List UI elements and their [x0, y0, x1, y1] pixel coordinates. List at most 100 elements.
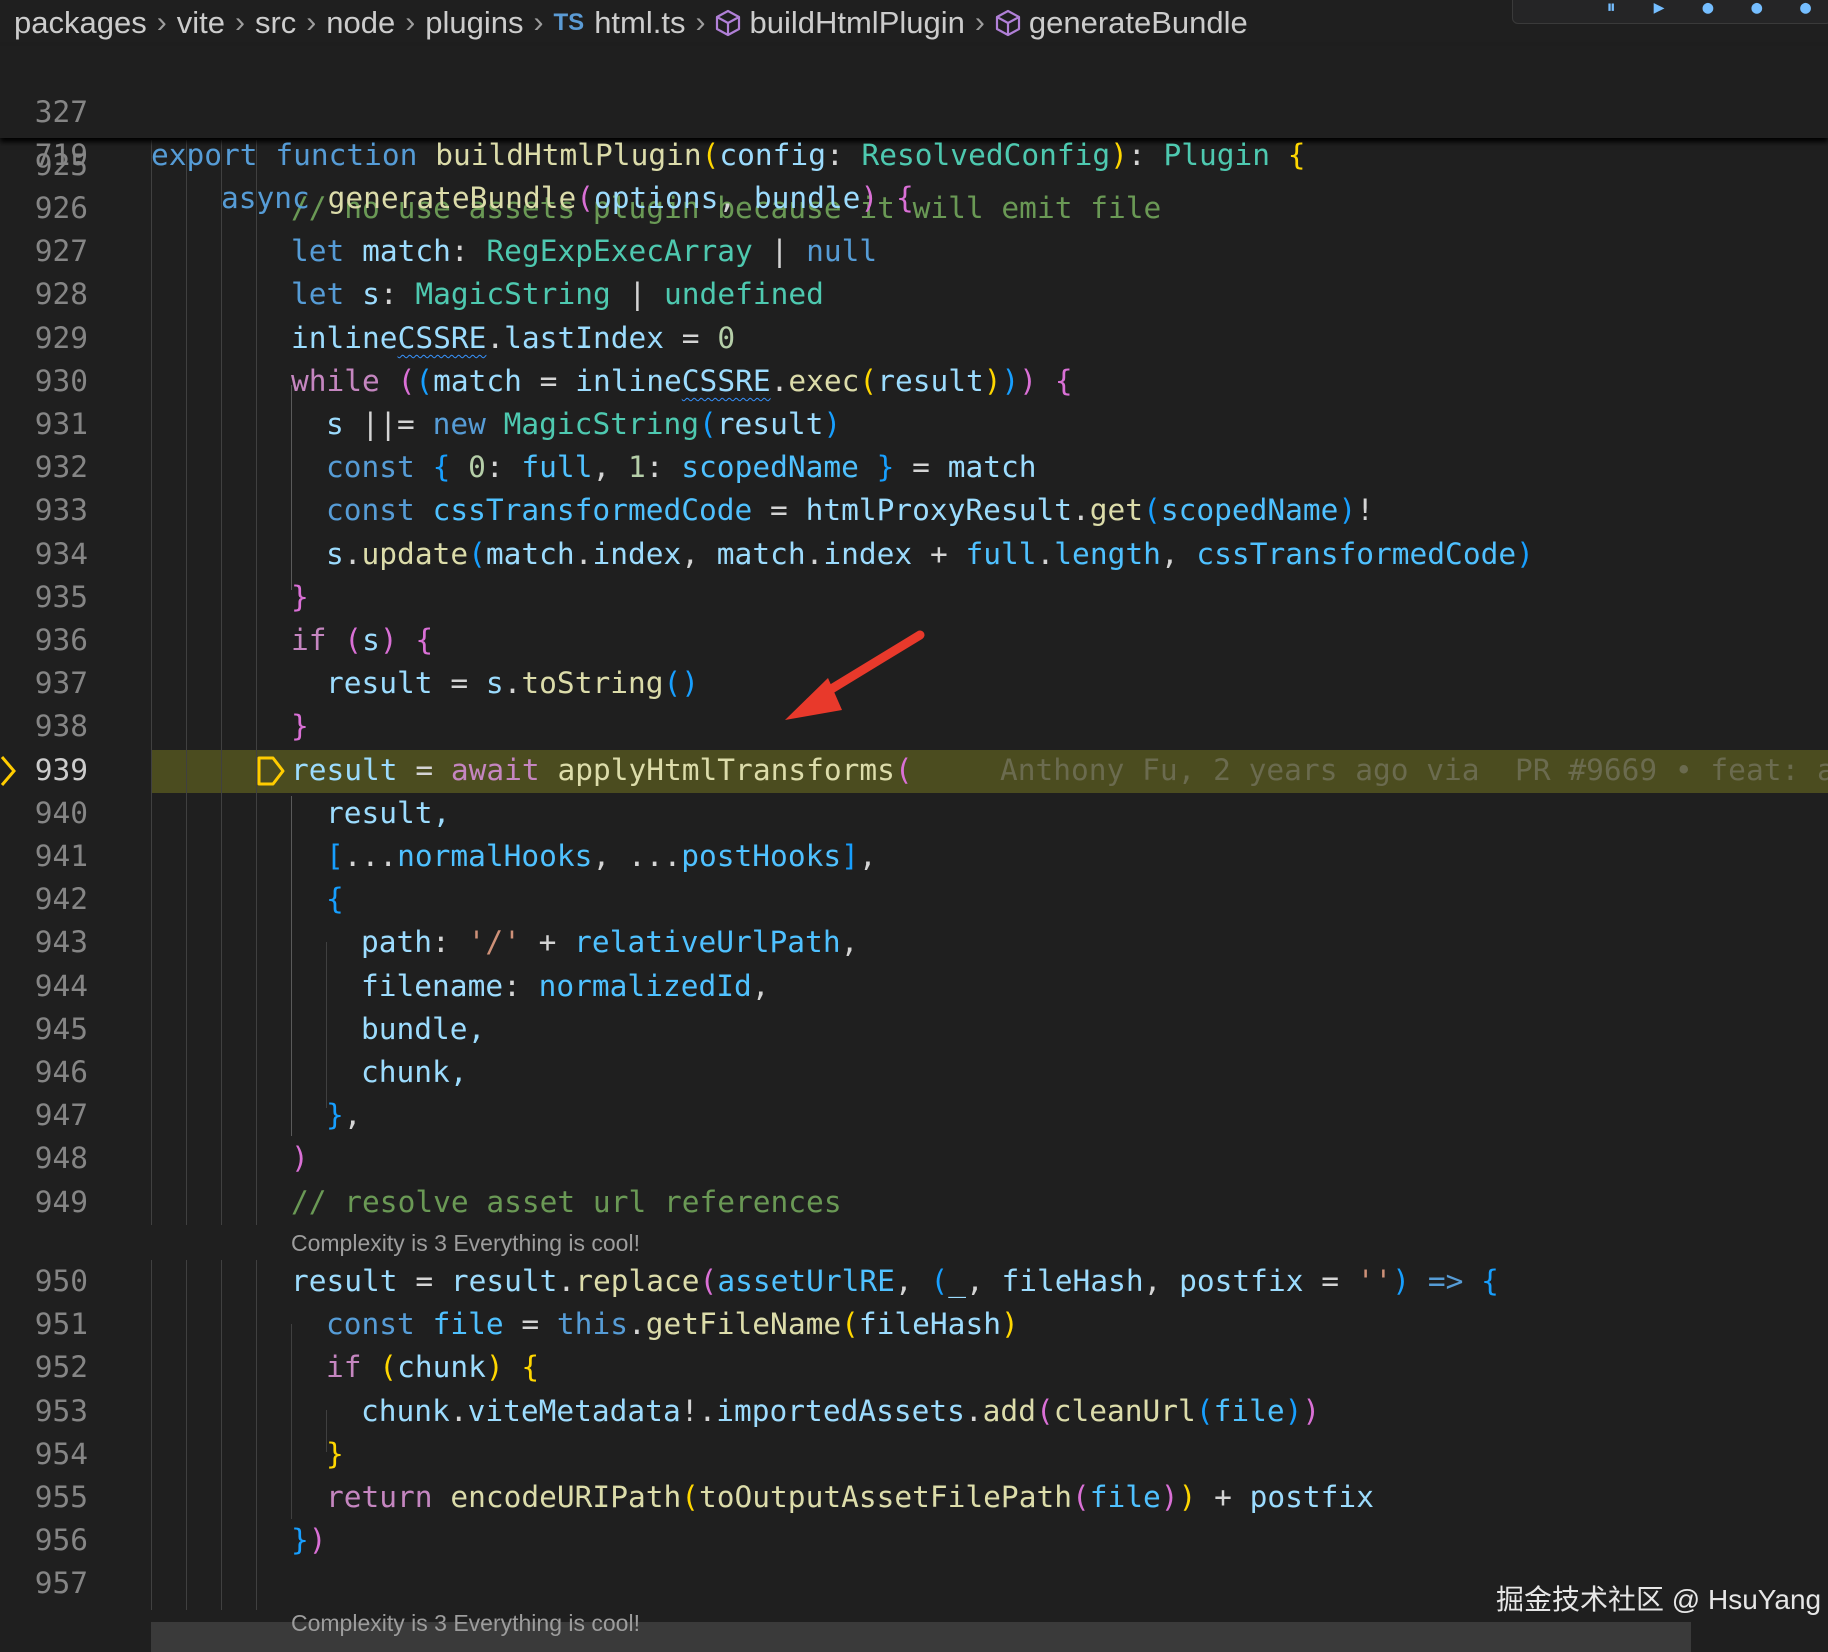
- chevron-right-icon: ›: [306, 6, 317, 39]
- line-number: 949: [34, 1185, 88, 1219]
- code-line[interactable]: while ((match = inlineCSSRE.exec(result)…: [291, 360, 1073, 403]
- watermark: 掘金技术社区 @ HsuYang: [1496, 1584, 1822, 1615]
- continue-icon[interactable]: ▶: [1654, 0, 1665, 18]
- code-line[interactable]: bundle,: [361, 1008, 485, 1051]
- code-line[interactable]: s.update(match.index, match.index + full…: [326, 533, 1534, 576]
- breadcrumb-function[interactable]: buildHtmlPlugin: [749, 5, 964, 41]
- code-line[interactable]: const file = this.getFileName(fileHash): [326, 1303, 1019, 1346]
- indent-guide: [151, 140, 152, 1225]
- method-cube-icon: [715, 9, 741, 37]
- line-number: 944: [34, 969, 88, 1003]
- line-number: 954: [34, 1437, 88, 1471]
- git-blame-annotation[interactable]: Anthony Fu, 2 years ago via PR #9669 • f…: [1000, 749, 1828, 792]
- codelens-complexity[interactable]: Complexity is 3 Everything is cool!: [291, 1610, 640, 1637]
- step-into-icon[interactable]: ●: [1751, 0, 1762, 18]
- chevron-right-icon: ›: [974, 6, 985, 39]
- code-line[interactable]: if (chunk) {: [326, 1346, 539, 1389]
- line-number: 933: [34, 493, 88, 527]
- chevron-right-icon: ›: [695, 6, 706, 39]
- code-line[interactable]: const { 0: full, 1: scopedName } = match: [326, 446, 1037, 489]
- code-line[interactable]: [...normalHooks, ...postHooks],: [326, 835, 877, 878]
- line-number: 942: [34, 882, 88, 916]
- pause-icon[interactable]: ⏸: [1607, 0, 1616, 18]
- breadcrumb-vite[interactable]: vite: [177, 5, 225, 41]
- code-line[interactable]: ): [291, 1137, 309, 1180]
- breadcrumb-plugins[interactable]: plugins: [425, 5, 523, 41]
- line-number: 945: [34, 1012, 88, 1046]
- code-line[interactable]: }): [291, 1519, 327, 1562]
- code-line-current[interactable]: result = await applyHtmlTransforms(: [291, 749, 913, 792]
- code-line[interactable]: let match: RegExpExecArray | null: [291, 230, 877, 273]
- code-line[interactable]: chunk.viteMetadata!.importedAssets.add(c…: [361, 1390, 1320, 1433]
- code-line[interactable]: filename: normalizedId,: [361, 965, 770, 1008]
- code-line[interactable]: }: [291, 705, 309, 748]
- line-number: 941: [34, 839, 88, 873]
- line-number: 935: [34, 580, 88, 614]
- line-number: 955: [34, 1480, 88, 1514]
- chevron-right-icon: ›: [156, 6, 167, 39]
- indent-guide: [291, 1324, 292, 1519]
- breadcrumb-src[interactable]: src: [255, 5, 296, 41]
- typescript-file-icon: TS: [553, 9, 585, 36]
- line-number: 932: [34, 450, 88, 484]
- breadcrumb-packages[interactable]: packages: [14, 5, 147, 41]
- step-over-icon[interactable]: ●: [1702, 0, 1713, 18]
- line-number: 951: [34, 1307, 88, 1341]
- line-number: 934: [34, 537, 88, 571]
- chevron-right-icon: ›: [533, 6, 544, 39]
- code-line[interactable]: if (s) {: [291, 619, 433, 662]
- code-line[interactable]: let s: MagicString | undefined: [291, 273, 824, 316]
- line-number: 929: [34, 321, 88, 355]
- chevron-right-icon: ›: [234, 6, 245, 39]
- code-line[interactable]: result,: [326, 792, 450, 835]
- breadcrumb-file[interactable]: html.ts: [594, 5, 685, 41]
- indent-guide: [256, 140, 257, 1225]
- code-line[interactable]: },: [326, 1094, 362, 1137]
- line-number: 943: [34, 925, 88, 959]
- indent-guide: [221, 140, 222, 1225]
- code-line[interactable]: const cssTransformedCode = htmlProxyResu…: [326, 489, 1374, 532]
- indent-guide: [221, 1260, 222, 1610]
- code-line[interactable]: }: [291, 576, 309, 619]
- code-line[interactable]: inlineCSSRE.lastIndex = 0: [291, 317, 735, 360]
- sticky-line[interactable]: 719 async generateBundle(options, bundle…: [0, 91, 914, 264]
- sticky-scroll-header: 327 export function buildHtmlPlugin(conf…: [0, 46, 1828, 215]
- indent-guide: [256, 1260, 257, 1610]
- line-number: 950: [34, 1264, 88, 1298]
- code-line[interactable]: {: [326, 878, 344, 921]
- line-number: 948: [34, 1141, 88, 1175]
- line-number: 957: [34, 1566, 88, 1600]
- chevron-right-icon: ›: [405, 6, 416, 39]
- debug-toolbar: ⏸ ▶ ● ● ●: [1512, 0, 1828, 24]
- line-number: 953: [34, 1394, 88, 1428]
- code-line[interactable]: s ||= new MagicString(result): [326, 403, 841, 446]
- code-line[interactable]: chunk,: [361, 1051, 468, 1094]
- code-line[interactable]: // resolve asset url references: [291, 1181, 842, 1224]
- code-line[interactable]: path: '/' + relativeUrlPath,: [361, 921, 858, 964]
- indent-guide-active: [291, 385, 292, 590]
- line-number: 930: [34, 364, 88, 398]
- line-number: 946: [34, 1055, 88, 1089]
- line-number: 938: [34, 709, 88, 743]
- indent-guide: [326, 942, 327, 1108]
- annotation-arrow: [785, 630, 925, 720]
- breadcrumb-node[interactable]: node: [326, 5, 395, 41]
- execution-pointer-icon: [257, 756, 285, 786]
- line-number: 936: [34, 623, 88, 657]
- breadcrumb-method[interactable]: generateBundle: [1029, 5, 1248, 41]
- code-line[interactable]: result = result.replace(assetUrlRE, (_, …: [291, 1260, 1499, 1303]
- line-number: 928: [34, 277, 88, 311]
- step-out-icon[interactable]: ●: [1800, 0, 1811, 18]
- indent-guide-active: [291, 796, 292, 1136]
- breakpoint-icon[interactable]: [0, 754, 18, 788]
- line-number: 947: [34, 1098, 88, 1132]
- line-number: 719: [34, 138, 88, 173]
- code-line[interactable]: result = s.toString(): [326, 662, 699, 705]
- method-cube-icon: [995, 9, 1021, 37]
- indent-guide: [186, 140, 187, 1225]
- code-line[interactable]: return encodeURIPath(toOutputAssetFilePa…: [326, 1476, 1374, 1519]
- line-number: 956: [34, 1523, 88, 1557]
- codelens-complexity[interactable]: Complexity is 3 Everything is cool!: [291, 1230, 640, 1257]
- code-line[interactable]: }: [326, 1433, 344, 1476]
- line-number: 931: [34, 407, 88, 441]
